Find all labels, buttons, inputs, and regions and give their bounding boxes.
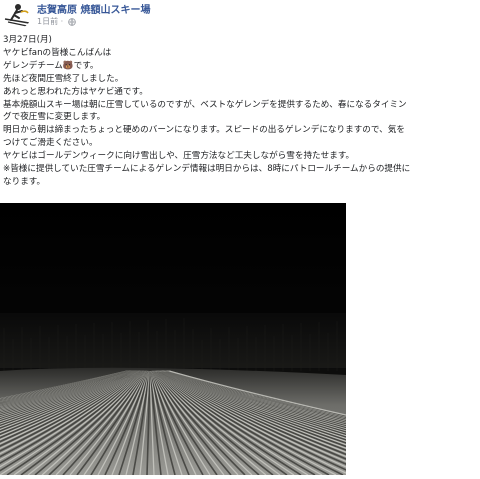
post-message: 3月27日(月) ヤケビfanの皆様こんばんは ゲレンデチーム🐻です。 先ほど夜… — [3, 34, 477, 189]
skier-icon — [4, 4, 30, 27]
night-groomed-ski-slope-image — [0, 203, 480, 476]
page-avatar[interactable] — [3, 1, 31, 29]
post-photo[interactable] — [0, 203, 480, 476]
globe-icon[interactable] — [67, 17, 76, 26]
post-line: あれっと思われた方はヤケビ通です。 — [3, 86, 148, 97]
post-header: 志賀高原 焼額山スキー場 1日前 · — [0, 0, 480, 29]
post-line: 明日から朝は締まったちょっと硬めのバーンになります。スピードの出るゲレンデになり… — [3, 125, 405, 136]
post-line: 基本焼額山スキー場は朝に圧雪しているのですが、ベストなゲレンデを提供するため、春… — [3, 99, 407, 110]
post-meta: 1日前 · — [37, 16, 76, 27]
post-line: ゲレンデチーム🐻です。 — [3, 60, 99, 71]
page-name-link[interactable]: 志賀高原 焼額山スキー場 — [37, 1, 150, 16]
post-line: グで夜圧雪に変更します。 — [3, 112, 106, 123]
post-line: なります。 — [3, 176, 46, 187]
post-line: ヤケビfanの皆様こんばんは — [3, 47, 112, 58]
post-line: 先ほど夜間圧雪終了しました。 — [3, 73, 124, 84]
post-line: ヤケビはゴールデンウィークに向け雪出しや、圧雪方法など工夫しながら雪を持たせます… — [3, 151, 355, 162]
post-timestamp[interactable]: 1日前 — [37, 16, 58, 27]
meta-separator: · — [60, 17, 64, 26]
post-line: ※皆様に提供していた圧雪チームによるゲレンデ情報は明日からは、8時にパトロールチ… — [3, 164, 411, 175]
post-line: 3月27日(月) — [3, 35, 52, 45]
post-line: つけてご滑走ください。 — [3, 138, 98, 149]
